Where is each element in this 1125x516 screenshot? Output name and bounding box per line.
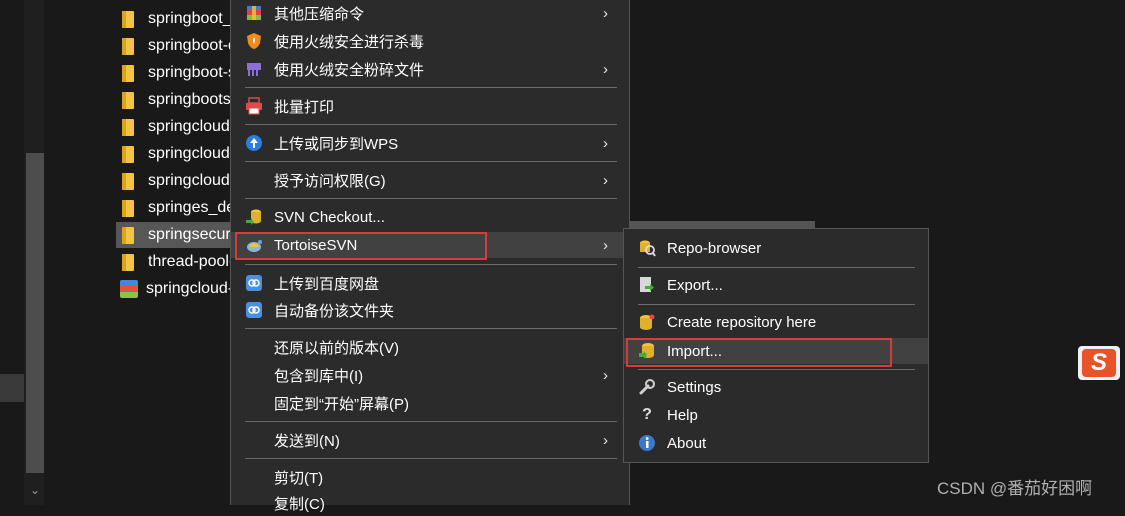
menu-item-label: 还原以前的版本(V)	[274, 339, 399, 357]
nav-scrollbar-thumb[interactable]	[26, 153, 44, 473]
menu-item-label: 复制(C)	[274, 495, 325, 513]
submenu-separator	[638, 267, 915, 268]
menu-separator	[245, 87, 617, 88]
submenu-item-label: Export...	[667, 276, 723, 294]
menu-separator	[245, 161, 617, 162]
submenu-item-settings[interactable]: Settings	[624, 374, 928, 400]
submenu-arrow-icon: ›	[603, 134, 608, 152]
nav-selected-item[interactable]	[0, 374, 24, 402]
menu-item-label: 上传或同步到WPS	[274, 135, 399, 153]
baidu-netdisk-icon	[245, 274, 263, 292]
menu-separator	[245, 421, 617, 422]
submenu-item-label: Settings	[667, 378, 722, 396]
folder-icon	[122, 145, 134, 163]
menu-item-svn-checkout[interactable]: SVN Checkout...	[231, 204, 629, 230]
menu-item-label: 上传到百度网盘	[274, 275, 380, 293]
menu-item-label: 包含到库中(I)	[274, 367, 364, 385]
menu-separator	[245, 458, 617, 459]
import-highlight-box	[626, 338, 892, 367]
baidu-netdisk-icon	[245, 301, 263, 319]
menu-item-cut[interactable]: 剪切(T)	[231, 464, 629, 490]
scroll-down-arrow-icon[interactable]: ⌄	[26, 482, 44, 498]
submenu-arrow-icon: ›	[603, 4, 608, 22]
repo-browser-icon	[638, 239, 656, 257]
submenu-item-help[interactable]: ? Help	[624, 402, 928, 428]
menu-item-label: 剪切(T)	[274, 469, 324, 487]
about-icon	[638, 434, 656, 452]
submenu-separator	[638, 369, 915, 370]
menu-item-label: 发送到(N)	[274, 432, 340, 450]
menu-item-include-library[interactable]: 包含到库中(I) ›	[231, 362, 629, 388]
menu-item-pin-start[interactable]: 固定到“开始”屏幕(P)	[231, 390, 629, 416]
menu-item-other-compress[interactable]: 其他压缩命令 ›	[231, 0, 629, 26]
archive-icon	[120, 280, 138, 298]
folder-icon	[122, 64, 134, 82]
menu-separator	[245, 264, 617, 265]
menu-item-baidu-backup[interactable]: 自动备份该文件夹	[231, 297, 629, 323]
submenu-item-label: Repo-browser	[667, 239, 762, 257]
create-repository-icon	[638, 313, 656, 331]
menu-item-label: 固定到“开始”屏幕(P)	[274, 395, 409, 413]
shredder-icon	[245, 60, 263, 78]
folder-icon	[122, 91, 134, 109]
context-menu: 其他压缩命令 › 使用火绒安全进行杀毒 使用火绒安全粉碎文件 › 批量打印 上传…	[230, 0, 630, 513]
export-icon	[638, 276, 656, 294]
folder-icon	[122, 118, 134, 136]
submenu-item-label: Help	[667, 406, 698, 424]
menu-item-restore-versions[interactable]: 还原以前的版本(V)	[231, 334, 629, 360]
submenu-item-label: About	[667, 434, 707, 452]
menu-item-label: SVN Checkout...	[274, 208, 385, 226]
submenu-arrow-icon: ›	[603, 60, 608, 78]
submenu-item-create-repository[interactable]: Create repository here	[624, 309, 928, 335]
wrench-icon	[638, 378, 656, 396]
menu-item-label: 自动备份该文件夹	[274, 302, 395, 320]
folder-icon	[122, 226, 134, 244]
huorong-shield-icon	[245, 32, 263, 50]
menu-item-upload-wps[interactable]: 上传或同步到WPS ›	[231, 130, 629, 156]
help-icon: ?	[642, 406, 652, 423]
menu-separator	[245, 124, 617, 125]
tortoisesvn-highlight-box	[235, 232, 487, 260]
menu-item-huorong-scan[interactable]: 使用火绒安全进行杀毒	[231, 28, 629, 54]
submenu-item-about[interactable]: About	[624, 430, 928, 456]
menu-item-send-to[interactable]: 发送到(N) ›	[231, 427, 629, 453]
menu-item-huorong-shred[interactable]: 使用火绒安全粉碎文件 ›	[231, 56, 629, 82]
folder-icon	[122, 10, 134, 28]
folder-icon	[122, 172, 134, 190]
menu-item-label: 使用火绒安全粉碎文件	[274, 61, 425, 79]
wps-cloud-upload-icon	[245, 134, 263, 152]
sogou-ime-badge[interactable]: S	[1078, 346, 1120, 380]
svn-checkout-icon	[245, 208, 263, 226]
submenu-arrow-icon: ›	[603, 236, 608, 254]
menu-item-copy[interactable]: 复制(C)	[231, 490, 629, 516]
sogou-ime-icon: S	[1082, 349, 1116, 377]
winrar-icon	[245, 4, 263, 22]
menu-separator	[245, 328, 617, 329]
folder-icon	[122, 37, 134, 55]
csdn-watermark: CSDN @番茄好困啊	[937, 479, 1093, 498]
submenu-separator	[638, 304, 915, 305]
printer-icon	[245, 97, 263, 115]
submenu-arrow-icon: ›	[603, 366, 608, 384]
submenu-arrow-icon: ›	[603, 171, 608, 189]
menu-item-batch-print[interactable]: 批量打印	[231, 93, 629, 119]
submenu-arrow-icon: ›	[603, 431, 608, 449]
menu-item-label: 授予访问权限(G)	[274, 172, 386, 190]
navigation-pane: ⌄	[0, 0, 48, 505]
submenu-item-label: Create repository here	[667, 313, 817, 331]
menu-separator	[245, 198, 617, 199]
menu-item-label: 使用火绒安全进行杀毒	[274, 33, 425, 51]
submenu-item-export[interactable]: Export...	[624, 272, 928, 298]
tortoisesvn-submenu: Repo-browser Export... Create repository…	[623, 228, 929, 463]
submenu-item-repo-browser[interactable]: Repo-browser	[624, 235, 928, 261]
folder-icon	[122, 253, 134, 271]
menu-item-label: 批量打印	[274, 98, 335, 116]
menu-item-baidu-upload[interactable]: 上传到百度网盘	[231, 270, 629, 296]
menu-item-label: 其他压缩命令	[274, 5, 365, 23]
menu-item-grant-access[interactable]: 授予访问权限(G) ›	[231, 167, 629, 193]
folder-icon	[122, 199, 134, 217]
